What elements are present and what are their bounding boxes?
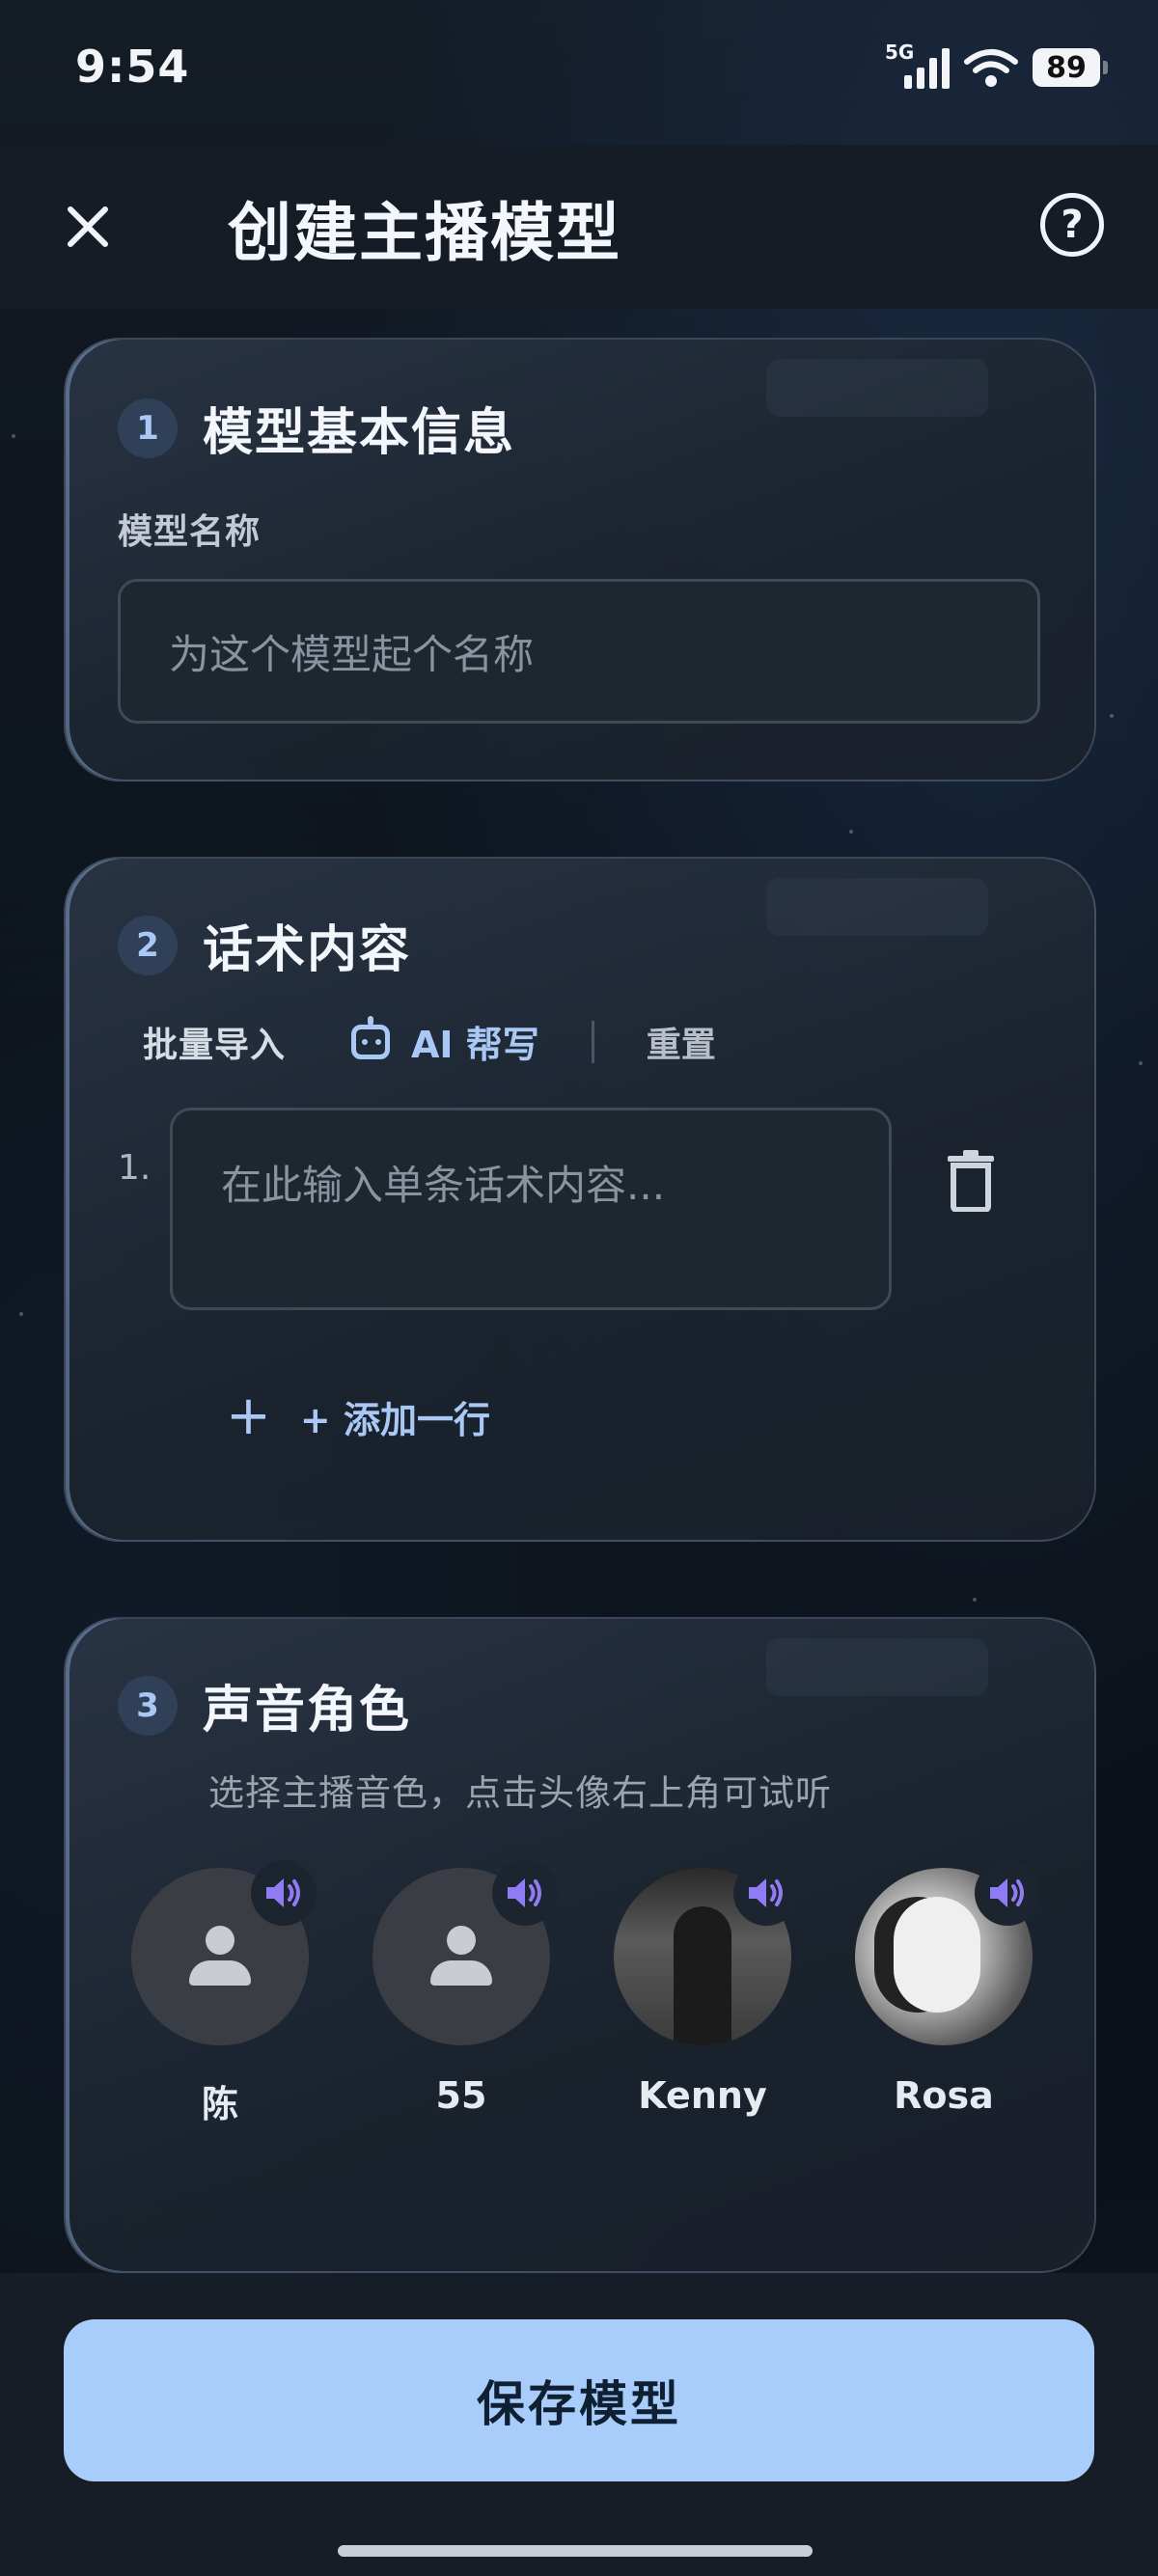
cellular-signal-icon: 5G [885,41,950,89]
ai-write-button[interactable]: AI 帮写 [351,1015,539,1068]
voice-list: 陈 55 Kenny Rosa [124,1860,1040,2127]
add-line-label: + 添加一行 [299,1398,490,1441]
voice-hint: 选择主播音色，点击头像右上角可试听 [208,1772,832,1814]
speaker-icon[interactable] [733,1860,799,1926]
batch-import-button[interactable]: 批量导入 [143,1017,286,1067]
voice-name: 陈 [201,2083,238,2125]
section-title: 模型基本信息 [203,404,516,462]
star-dot [1139,1061,1143,1065]
card-script-content: 2 话术内容 批量导入 AI 帮写 重置 1. 在此输入单条话术内容... + … [64,857,1096,1542]
line-number: 1. [118,1148,152,1188]
section-header: 1 模型基本信息 [118,392,515,464]
voice-item[interactable]: 陈 [124,1860,317,2127]
card-decoration [766,878,988,936]
model-name-placeholder: 为这个模型起个名称 [169,630,535,678]
model-name-label: 模型名称 [118,512,262,552]
card-decoration [766,1638,988,1696]
add-line-button[interactable]: + + 添加一行 [226,1389,490,1443]
close-icon[interactable] [54,193,122,260]
voice-item[interactable]: Kenny [606,1860,799,2127]
step-badge: 2 [118,915,178,975]
section-header: 3 声音角色 [118,1669,411,1741]
star-dot [973,1598,977,1602]
speaker-icon[interactable] [975,1860,1040,1926]
save-model-button[interactable]: 保存模型 [64,2319,1094,2481]
star-dot [1110,714,1114,718]
avatar-photo [674,1906,731,2045]
trash-icon[interactable] [946,1150,996,1212]
status-time: 9:54 [75,41,190,93]
person-icon [189,1926,251,1987]
script-line-placeholder: 在此输入单条话术内容... [221,1162,666,1209]
plus-icon: + [226,1384,271,1447]
robot-icon [351,1015,391,1059]
page-title: 创建主播模型 [228,196,621,270]
toolbar-divider [591,1020,594,1063]
speaker-icon[interactable] [492,1860,558,1926]
avatar-photo [894,1897,980,2013]
ai-write-label: AI 帮写 [411,1024,539,1066]
card-voice-role: 3 声音角色 选择主播音色，点击头像右上角可试听 陈 55 Kenny Rosa [64,1617,1096,2273]
bottom-bar: 保存模型 [0,2273,1158,2576]
voice-name: Rosa [894,2074,994,2117]
network-type: 5G [885,41,915,64]
model-name-input[interactable]: 为这个模型起个名称 [118,579,1040,724]
reset-button[interactable]: 重置 [647,1017,716,1067]
star-dot [19,1312,23,1316]
voice-item[interactable]: Rosa [847,1860,1040,2127]
help-icon[interactable]: ? [1040,193,1104,257]
person-icon [430,1926,492,1987]
speaker-icon[interactable] [251,1860,317,1926]
card-basic-info: 1 模型基本信息 模型名称 为这个模型起个名称 [64,338,1096,781]
wifi-icon [964,49,1018,87]
section-title: 声音角色 [203,1682,412,1740]
voice-name: 55 [435,2074,487,2117]
step-badge: 3 [118,1675,178,1736]
card-decoration [766,359,988,417]
script-line-input[interactable]: 在此输入单条话术内容... [170,1108,892,1310]
section-title: 话术内容 [203,921,412,979]
status-icons: 5G 89 [885,39,1108,96]
status-bar: 9:54 5G 89 [0,0,1158,145]
home-indicator[interactable] [338,2545,813,2557]
star-dot [849,830,853,834]
battery-icon: 89 [1033,48,1108,87]
voice-item[interactable]: 55 [365,1860,558,2127]
step-badge: 1 [118,397,178,458]
voice-name: Kenny [638,2074,767,2117]
app-header: 创建主播模型 ? [0,145,1158,309]
section-header: 2 话术内容 [118,909,411,981]
star-dot [12,434,15,438]
script-toolbar: 批量导入 AI 帮写 重置 [143,1015,716,1068]
